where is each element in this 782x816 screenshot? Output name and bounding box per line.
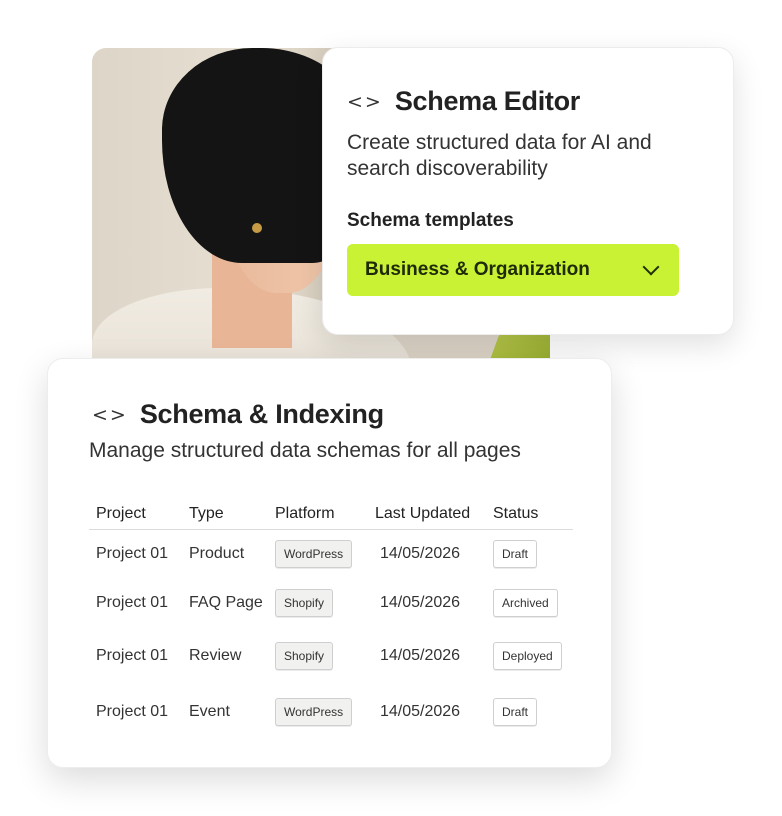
cell-status: Archived <box>486 578 573 628</box>
chevron-down-icon <box>642 258 660 276</box>
cell-last-updated: 14/05/2026 <box>380 594 461 611</box>
schema-template-selected-value: Business & Organization <box>365 259 590 280</box>
cell-last-updated: 14/05/2026 <box>380 703 461 720</box>
code-icon: <> <box>92 403 128 426</box>
column-header-status[interactable]: Status <box>486 499 573 530</box>
status-badge: Draft <box>493 540 538 568</box>
schema-templates-label: Schema templates <box>347 210 514 231</box>
status-badge: Draft <box>493 698 538 726</box>
column-header-last-updated[interactable]: Last Updated <box>368 499 486 530</box>
cell-project: Project 01 <box>96 545 169 562</box>
platform-badge: Shopify <box>275 642 334 670</box>
schema-indexing-description: Manage structured data schemas for all p… <box>89 439 521 462</box>
cell-platform: WordPress <box>268 530 368 579</box>
column-header-project[interactable]: Project <box>89 499 182 530</box>
cell-type: Product <box>189 545 245 562</box>
schema-editor-header: <> Schema Editor <box>347 86 580 117</box>
photo-earring <box>252 223 262 233</box>
table-row[interactable]: Project 01 Review Shopify 14/05/2026 Dep… <box>89 628 573 684</box>
cell-type: Event <box>189 703 230 720</box>
table-header-row: Project Type Platform Last Updated Statu… <box>89 499 573 530</box>
code-icon: <> <box>347 90 383 113</box>
schema-editor-title: Schema Editor <box>394 86 580 116</box>
status-badge: Archived <box>493 589 558 617</box>
cell-platform: WordPress <box>268 684 368 740</box>
cell-status: Draft <box>486 684 573 740</box>
cell-platform: Shopify <box>268 578 368 628</box>
schema-table: Project Type Platform Last Updated Statu… <box>89 499 573 740</box>
platform-badge: Shopify <box>275 589 334 617</box>
cell-status: Deployed <box>486 628 573 684</box>
cell-type: Review <box>189 647 242 664</box>
platform-badge: WordPress <box>275 698 353 726</box>
schema-editor-card: <> Schema Editor Create structured data … <box>322 47 734 335</box>
cell-last-updated: 14/05/2026 <box>380 647 461 664</box>
schema-editor-description: Create structured data for AI and search… <box>347 131 652 180</box>
cell-status: Draft <box>486 530 573 579</box>
platform-badge: WordPress <box>275 540 353 568</box>
cell-type: FAQ Page <box>189 594 263 611</box>
cell-last-updated: 14/05/2026 <box>380 545 461 562</box>
column-header-platform[interactable]: Platform <box>268 499 368 530</box>
column-header-type[interactable]: Type <box>182 499 268 530</box>
cell-platform: Shopify <box>268 628 368 684</box>
cell-project: Project 01 <box>96 594 169 611</box>
schema-indexing-header: <> Schema & Indexing <box>92 399 384 430</box>
status-badge: Deployed <box>493 642 562 670</box>
schema-indexing-card: <> Schema & Indexing Manage structured d… <box>47 358 612 768</box>
schema-indexing-title: Schema & Indexing <box>139 399 384 429</box>
table-row[interactable]: Project 01 FAQ Page Shopify 14/05/2026 A… <box>89 578 573 628</box>
schema-template-select[interactable]: Business & Organization <box>347 244 679 296</box>
table-row[interactable]: Project 01 Event WordPress 14/05/2026 Dr… <box>89 684 573 740</box>
cell-project: Project 01 <box>96 703 169 720</box>
cell-project: Project 01 <box>96 647 169 664</box>
table-row[interactable]: Project 01 Product WordPress 14/05/2026 … <box>89 530 573 579</box>
